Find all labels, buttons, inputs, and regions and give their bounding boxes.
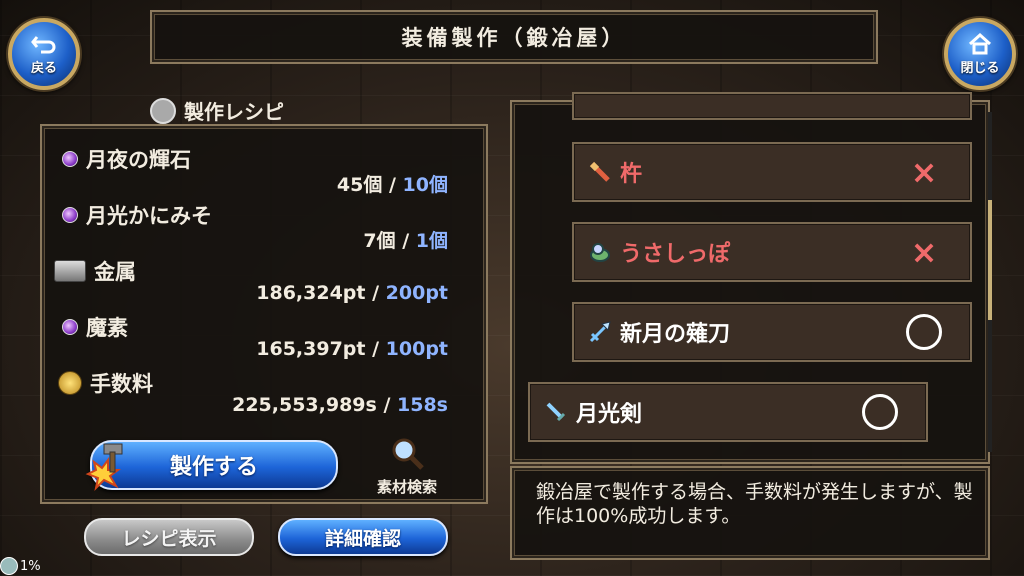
metal-ingot-icon (54, 260, 86, 282)
back-button[interactable]: 戻る (8, 18, 80, 90)
list-item[interactable]: 杵 × (572, 142, 972, 202)
return-arrow-icon (31, 35, 56, 53)
item-name: 月光剣 (576, 402, 643, 427)
pestle-icon (589, 161, 610, 182)
sword-icon (546, 402, 566, 422)
material-name: 月夜の輝石 (62, 144, 191, 174)
tail-icon (590, 243, 610, 262)
recipe-header: 製作レシピ (150, 96, 284, 125)
recipe-header-label: 製作レシピ (184, 100, 284, 124)
item-name: うさしっぽ (620, 242, 731, 267)
coin-icon (58, 371, 82, 395)
material-name: 魔素 (62, 312, 128, 342)
purple-orb-icon (62, 151, 78, 167)
available-mark (906, 314, 942, 350)
scroll-thumb[interactable] (988, 200, 992, 320)
material-name: 金属 (54, 256, 136, 286)
progress-indicator: 1% (0, 556, 41, 576)
progress-percent: 1% (20, 558, 41, 574)
home-icon (968, 32, 992, 54)
material-count: 45個 / 10個 (336, 174, 448, 196)
list-item[interactable]: 新月の薙刀 (572, 302, 972, 362)
item-name: 新月の薙刀 (620, 322, 731, 347)
material-count: 165,397pt / 100pt (256, 338, 448, 360)
description-panel: 鍛冶屋で製作する場合、手数料が発生しますが、製作は100%成功します。 (510, 466, 990, 560)
detail-check-button[interactable]: 詳細確認 (278, 518, 448, 556)
list-item-partial (572, 92, 972, 120)
title-bar: 装備製作（鍛冶屋） (150, 10, 878, 64)
unavailable-mark: × (910, 233, 938, 271)
close-button[interactable]: 閉じる (944, 18, 1016, 90)
material-count: 225,553,989s / 158s (232, 394, 448, 416)
material-count: 186,324pt / 200pt (256, 282, 448, 304)
material-name: 手数料 (58, 368, 153, 398)
status-orb-icon (0, 557, 18, 575)
purple-orb-icon (62, 207, 78, 223)
gear-icon (150, 97, 176, 124)
page-title: 装備製作（鍛冶屋） (401, 26, 627, 50)
unavailable-mark: × (910, 153, 938, 191)
back-label: 戻る (30, 60, 57, 76)
naginata-icon (589, 321, 611, 343)
purple-orb-icon (62, 319, 78, 335)
close-label: 閉じる (960, 60, 1000, 76)
material-search-button[interactable]: 素材検索 (366, 436, 448, 498)
material-search-label: 素材検索 (376, 478, 437, 496)
list-item[interactable]: うさしっぽ × (572, 222, 972, 282)
magnifier-icon (392, 438, 424, 470)
hammer-spark-icon (85, 443, 123, 492)
item-name: 杵 (620, 162, 643, 187)
list-item-selected[interactable]: 月光剣 (528, 382, 928, 442)
material-count: 7個 / 1個 (363, 230, 448, 252)
available-mark (862, 394, 898, 430)
material-name: 月光かにみそ (62, 200, 212, 230)
recipe-display-button[interactable]: レシピ表示 (84, 518, 254, 556)
description-text: 鍛冶屋で製作する場合、手数料が発生しますが、製作は100%成功します。 (536, 481, 973, 527)
